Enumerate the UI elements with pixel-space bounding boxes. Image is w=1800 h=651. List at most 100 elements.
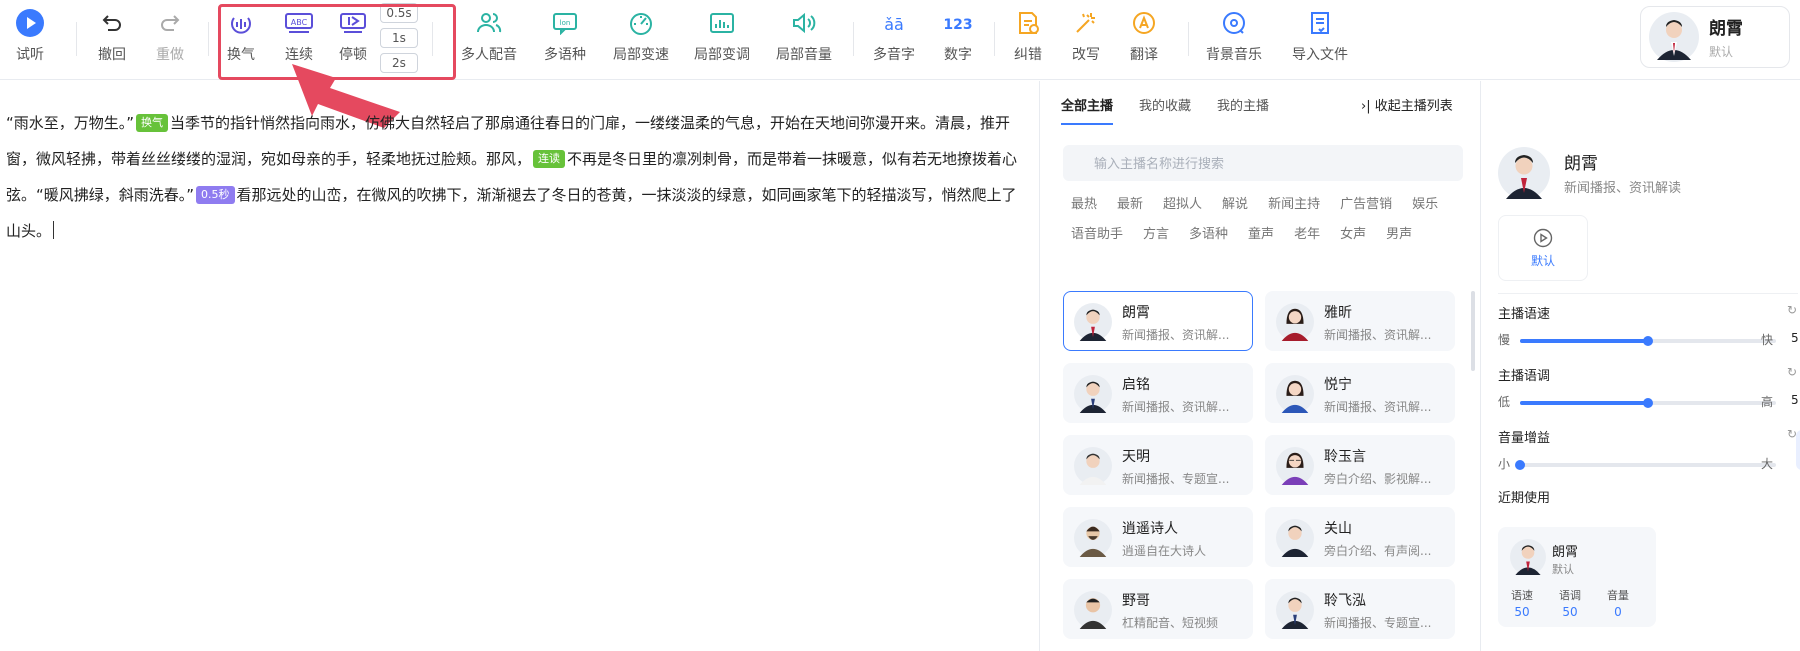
speed-slider-knob[interactable]: [1643, 336, 1653, 346]
editor-segment: “雨水至，万物生。”: [6, 114, 135, 132]
category-newest[interactable]: 最新: [1117, 193, 1143, 223]
local-volume-button[interactable]: 局部音量: [768, 8, 840, 68]
speed-reset-icon[interactable]: ↻: [1787, 303, 1797, 317]
redo-label: 重做: [156, 47, 184, 63]
category-multi-language[interactable]: 多语种: [1189, 223, 1228, 253]
pitch-slider-knob[interactable]: [1643, 398, 1653, 408]
anchor-card[interactable]: 聆飞泓 新闻播报、专题宣...: [1265, 579, 1455, 639]
anchor-card[interactable]: 关山 旁白介绍、有声阅...: [1265, 507, 1455, 567]
toolbar-divider: [1188, 22, 1189, 56]
preview-play-button[interactable]: 默认: [1498, 215, 1588, 281]
anchor-card[interactable]: 悦宁 新闻播报、资讯解...: [1265, 363, 1455, 423]
avatar: [1498, 147, 1550, 199]
continuous-tag[interactable]: 连读: [533, 150, 566, 168]
svg-text:ABC: ABC: [291, 18, 308, 27]
audition-button[interactable]: 试听: [0, 8, 66, 68]
anchor-name: 聆飞泓: [1324, 593, 1366, 609]
polyphone-button[interactable]: ǎā 多音字: [858, 8, 930, 68]
volume-slider[interactable]: [1515, 460, 1776, 470]
anchor-desc: 旁白介绍、有声阅...: [1324, 544, 1432, 558]
multi-language-label: 多语种: [544, 47, 586, 63]
category-elderly[interactable]: 老年: [1294, 223, 1320, 253]
side-drawer-handle[interactable]: [1796, 430, 1800, 470]
pitch-value: 5: [1791, 393, 1799, 407]
anchor-desc: 新闻播报、资讯解...: [1122, 328, 1230, 342]
anchor-search-input[interactable]: [1063, 145, 1463, 181]
anchor-desc: 新闻播报、专题宣...: [1122, 472, 1230, 486]
recent-stat-speed: 语速 50: [1502, 587, 1542, 619]
volume-slider-knob[interactable]: [1515, 460, 1525, 470]
collapse-anchor-list-link[interactable]: ›| 收起主播列表: [1361, 95, 1453, 114]
recent-anchor-card[interactable]: 朗霄 默认 语速 50 语调 50 音量 0: [1498, 527, 1656, 627]
anchor-card[interactable]: 雅昕 新闻播报、资讯解...: [1265, 291, 1455, 351]
pause-tag[interactable]: 0.5秒: [196, 186, 235, 204]
speed-slider[interactable]: [1520, 336, 1776, 346]
avatar: [1276, 591, 1314, 629]
undo-label: 撤回: [98, 47, 126, 63]
avatar: [1074, 447, 1112, 485]
anchor-detail-panel: 朗霄 新闻播报、资讯解读 默认 主播语速 ↻ 慢 快 5 主播语调 ↻ 低 高 …: [1482, 81, 1800, 651]
recent-use-title: 近期使用: [1498, 491, 1551, 506]
redo-button[interactable]: 重做: [134, 8, 206, 68]
translate-button[interactable]: 翻译: [1108, 8, 1180, 68]
category-entertainment[interactable]: 娱乐: [1412, 193, 1438, 223]
avatar: [1074, 519, 1112, 557]
pause-2s-option[interactable]: 2s: [380, 53, 418, 73]
multi-voice-button[interactable]: 多人配音: [453, 8, 525, 68]
abc-icon: ABC: [285, 13, 313, 33]
multi-language-button[interactable]: lon 多语种: [529, 8, 601, 68]
number-icon: 123: [943, 17, 972, 33]
tab-my-favorites[interactable]: 我的收藏: [1139, 95, 1191, 125]
user-profile-card[interactable]: 朗霄 默认: [1640, 6, 1790, 68]
local-pitch-button[interactable]: 局部变调: [686, 8, 758, 68]
play-circle-icon: [1533, 228, 1553, 247]
anchor-card[interactable]: 逍遥诗人 逍遥自在大诗人: [1063, 507, 1253, 567]
stat-value: 50: [1562, 605, 1578, 619]
svg-text:123: 123: [943, 17, 972, 33]
import-file-label: 导入文件: [1292, 47, 1348, 63]
category-commentary[interactable]: 解说: [1222, 193, 1248, 223]
pause-button[interactable]: 停顿: [317, 8, 389, 68]
category-advertising[interactable]: 广告营销: [1340, 193, 1392, 223]
multi-voice-label: 多人配音: [461, 47, 517, 63]
anchor-desc: 新闻播报、资讯解...: [1324, 400, 1432, 414]
background-music-button[interactable]: 背景音乐: [1198, 8, 1270, 68]
volume-slider-title: 音量增益: [1498, 431, 1551, 446]
local-speed-button[interactable]: 局部变速: [605, 8, 677, 68]
pitch-reset-icon[interactable]: ↻: [1787, 365, 1797, 379]
anchor-card[interactable]: 朗霄 新闻播报、资讯解...: [1063, 291, 1253, 351]
pause-0-5s-option[interactable]: 0.5s: [380, 3, 418, 23]
anchor-card[interactable]: 聆玉言 旁白介绍、影视解...: [1265, 435, 1455, 495]
category-child-voice[interactable]: 童声: [1248, 223, 1274, 253]
anchor-list-scrollbar[interactable]: [1471, 291, 1475, 371]
tab-my-anchors[interactable]: 我的主播: [1217, 95, 1269, 125]
category-voice-assistant[interactable]: 语音助手: [1071, 223, 1123, 253]
text-editor[interactable]: “雨水至，万物生。” 换气 当季节的指针悄然指向雨水，仿佛大自然轻启了那扇通往春日的…: [0, 81, 1040, 651]
tab-all-anchors[interactable]: 全部主播: [1061, 95, 1114, 125]
anchor-card[interactable]: 启铭 新闻播报、资讯解...: [1063, 363, 1253, 423]
speed-max-label: 快: [1761, 333, 1774, 347]
anchor-name: 雅昕: [1324, 305, 1352, 321]
undo-icon: [102, 15, 121, 31]
category-hyper-real[interactable]: 超拟人: [1163, 193, 1202, 223]
category-male-voice[interactable]: 男声: [1386, 223, 1412, 253]
breath-tag[interactable]: 换气: [136, 114, 169, 132]
anchor-card[interactable]: 天明 新闻播报、专题宣...: [1063, 435, 1253, 495]
pitch-slider-title: 主播语调: [1498, 369, 1551, 384]
category-female-voice[interactable]: 女声: [1340, 223, 1366, 253]
background-music-label: 背景音乐: [1206, 47, 1262, 63]
svg-text:ǎā: ǎā: [884, 15, 904, 34]
category-news-host[interactable]: 新闻主持: [1268, 193, 1320, 223]
category-hot[interactable]: 最热: [1071, 193, 1097, 223]
anchor-card[interactable]: 野哥 杠精配音、短视频: [1063, 579, 1253, 639]
pitch-slider[interactable]: [1520, 398, 1776, 408]
number-button[interactable]: 123 数字: [922, 8, 994, 68]
import-file-button[interactable]: 导入文件: [1284, 8, 1356, 68]
editor-content[interactable]: “雨水至，万物生。” 换气 当季节的指针悄然指向雨水，仿佛大自然轻启了那扇通往春日的…: [6, 105, 1031, 249]
pause-icon: [340, 13, 366, 33]
pause-1s-option[interactable]: 1s: [380, 28, 418, 48]
category-dialect[interactable]: 方言: [1143, 223, 1169, 253]
anchor-name: 朗霄: [1122, 305, 1150, 321]
pause-duration-options: 0.5s 1s 2s: [380, 3, 420, 78]
avatar: [1074, 303, 1112, 341]
